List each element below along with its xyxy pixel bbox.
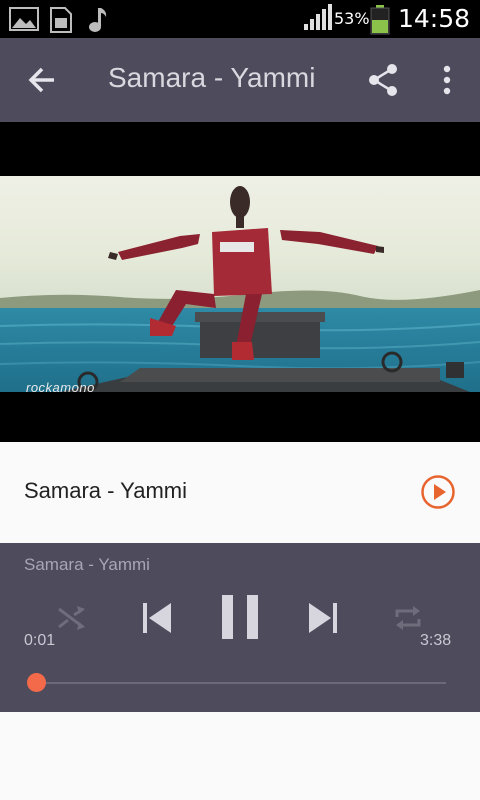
play-circle-icon[interactable]	[420, 474, 456, 510]
total-duration: 3:38	[420, 632, 452, 649]
image-icon	[9, 7, 39, 31]
music-note-icon	[89, 8, 107, 32]
app-toolbar: Samara - Yammi	[0, 38, 480, 122]
battery-percent: 53%	[334, 9, 370, 28]
status-bar: 53% 14:58	[0, 0, 480, 38]
share-icon[interactable]	[364, 60, 404, 100]
clock: 14:58	[398, 4, 471, 33]
video-frame	[0, 176, 480, 392]
seek-thumb[interactable]	[27, 673, 47, 692]
more-vert-icon[interactable]	[430, 60, 464, 100]
back-arrow-icon[interactable]	[20, 60, 64, 100]
seek-bar[interactable]	[34, 682, 446, 684]
now-playing-panel: Samara - Yammi 0:01 3:38	[0, 543, 480, 712]
skip-previous-icon[interactable]	[140, 601, 174, 635]
pause-icon[interactable]	[220, 595, 260, 639]
skip-next-icon[interactable]	[306, 601, 340, 635]
signal-icon	[304, 4, 332, 30]
sim-card-icon	[50, 7, 72, 33]
list-item[interactable]: Samara - Yammi	[0, 442, 480, 543]
battery-icon	[370, 5, 390, 35]
video-watermark: rockamono	[26, 380, 95, 395]
video-player[interactable]: rockamono	[0, 122, 480, 442]
track-title: Samara - Yammi	[24, 478, 188, 503]
content-area	[0, 712, 480, 800]
shuffle-icon[interactable]	[55, 601, 89, 635]
elapsed-time: 0:01	[24, 632, 56, 649]
now-playing-title: Samara - Yammi	[24, 555, 150, 574]
toolbar-title: Samara - Yammi	[108, 62, 316, 93]
repeat-icon[interactable]	[391, 601, 425, 635]
